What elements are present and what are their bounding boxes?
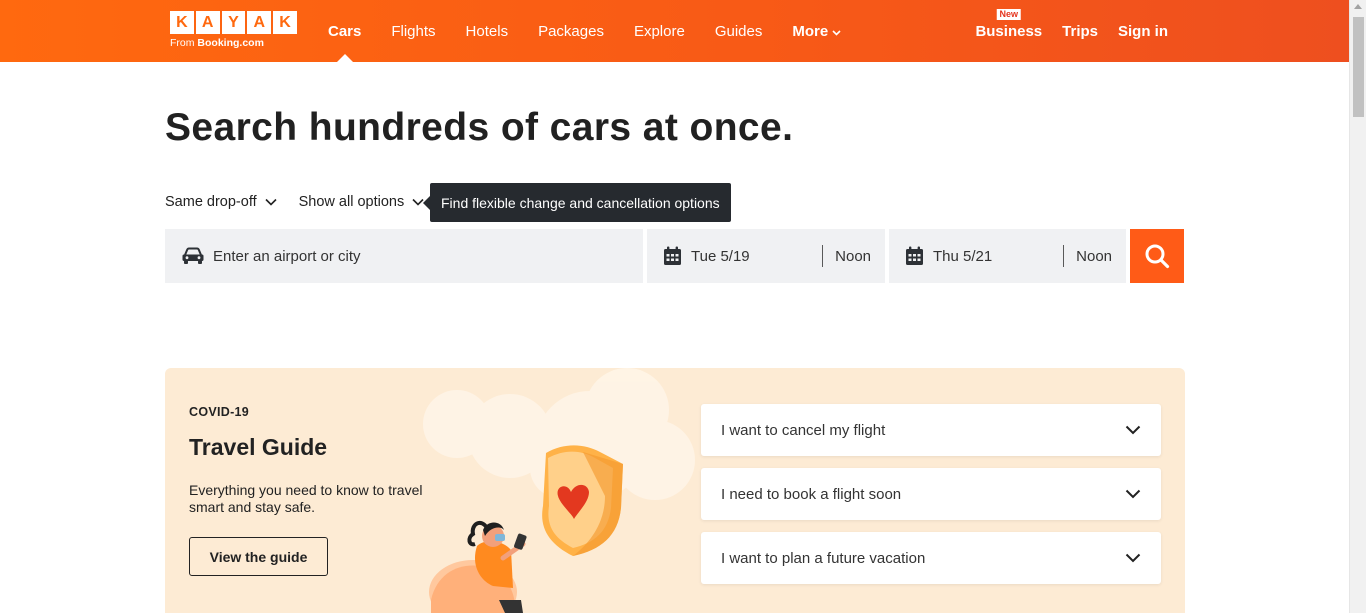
business-label: Business: [975, 22, 1043, 40]
scroll-up-arrow-icon[interactable]: [1354, 4, 1362, 9]
nav-explore[interactable]: Explore: [619, 0, 700, 62]
logo-letter: A: [195, 11, 220, 34]
flexible-options-tooltip: Find flexible change and cancellation op…: [423, 183, 731, 222]
search-button[interactable]: [1130, 229, 1184, 283]
logo-letter: Y: [221, 11, 246, 34]
nav-packages[interactable]: Packages: [523, 0, 619, 62]
logo-from: From: [170, 37, 195, 49]
calendar-icon: [905, 246, 924, 266]
view-guide-button[interactable]: View the guide: [189, 537, 328, 576]
logo-letter: A: [247, 11, 272, 34]
kayak-logo[interactable]: K A Y A K From Booking.com: [170, 11, 297, 49]
main-nav: Cars Flights Hotels Packages Explore Gui…: [313, 0, 856, 62]
covid-description: Everything you need to know to travel sm…: [189, 482, 423, 515]
calendar-icon: [663, 246, 682, 266]
vertical-scrollbar[interactable]: [1349, 0, 1366, 613]
nav-sign-in[interactable]: Sign in: [1108, 0, 1178, 62]
pickup-date[interactable]: Tue 5/19: [647, 229, 822, 283]
search-icon: [1145, 244, 1170, 269]
nav-flights[interactable]: Flights: [376, 0, 450, 62]
dropoff-option-label: Same drop-off: [165, 194, 257, 210]
logo-brand: Booking.com: [197, 37, 264, 49]
dropoff-datetime-field: Thu 5/21 Noon: [889, 229, 1126, 283]
nav-guides[interactable]: Guides: [700, 0, 778, 62]
chevron-down-icon: [1125, 489, 1141, 499]
dropoff-date-value: Thu 5/21: [933, 247, 993, 265]
pickup-datetime-field: Tue 5/19 Noon: [647, 229, 885, 283]
logo-subtitle: From Booking.com: [170, 37, 297, 49]
faq-cancel-flight[interactable]: I want to cancel my flight: [701, 404, 1161, 456]
new-badge: New: [996, 9, 1022, 20]
pickup-time[interactable]: Noon: [823, 248, 885, 265]
account-nav: New Business Trips Sign in: [965, 0, 1178, 62]
logo-letters: K A Y A K: [170, 11, 297, 34]
faq-label: I need to book a flight soon: [721, 485, 902, 503]
faq-plan-future-vacation[interactable]: I want to plan a future vacation: [701, 532, 1161, 584]
nav-more[interactable]: More: [777, 0, 856, 62]
chevron-down-icon: [832, 23, 841, 40]
location-field[interactable]: [165, 229, 643, 283]
faq-book-flight-soon[interactable]: I need to book a flight soon: [701, 468, 1161, 520]
nav-business[interactable]: New Business: [965, 0, 1052, 62]
faq-label: I want to cancel my flight: [721, 421, 886, 439]
car-icon: [181, 247, 205, 265]
nav-hotels[interactable]: Hotels: [451, 0, 524, 62]
pickup-date-value: Tue 5/19: [691, 247, 750, 265]
dropoff-option-dropdown[interactable]: Same drop-off: [165, 194, 277, 210]
location-input[interactable]: [213, 247, 613, 265]
page-title: Search hundreds of cars at once.: [165, 106, 794, 149]
nav-more-label: More: [792, 22, 829, 40]
covid-travel-guide-card: COVID-19 Travel Guide Everything you nee…: [165, 368, 1185, 613]
show-all-options-label: Show all options: [298, 194, 405, 210]
chevron-down-icon: [265, 198, 277, 206]
chevron-down-icon: [1125, 553, 1141, 563]
covid-tag: COVID-19: [189, 405, 250, 419]
page: K A Y A K From Booking.com Cars Flights …: [0, 0, 1366, 613]
logo-letter: K: [170, 11, 194, 34]
nav-trips[interactable]: Trips: [1052, 0, 1108, 62]
search-options-row: Same drop-off Show all options: [165, 190, 424, 214]
covid-title: Travel Guide: [189, 434, 328, 460]
travel-safety-illustration: [423, 368, 695, 613]
nav-cars[interactable]: Cars: [313, 0, 376, 62]
chevron-down-icon: [1125, 425, 1141, 435]
show-all-options-dropdown[interactable]: Show all options: [299, 194, 425, 210]
car-search-form: Tue 5/19 Noon Thu 5/21 Noon: [165, 229, 1185, 283]
scrollbar-thumb[interactable]: [1353, 17, 1364, 117]
faq-label: I want to plan a future vacation: [721, 549, 926, 567]
dropoff-date[interactable]: Thu 5/21: [889, 229, 1063, 283]
top-header: K A Y A K From Booking.com Cars Flights …: [0, 0, 1349, 62]
logo-letter: K: [273, 11, 297, 34]
dropoff-time[interactable]: Noon: [1064, 248, 1126, 265]
